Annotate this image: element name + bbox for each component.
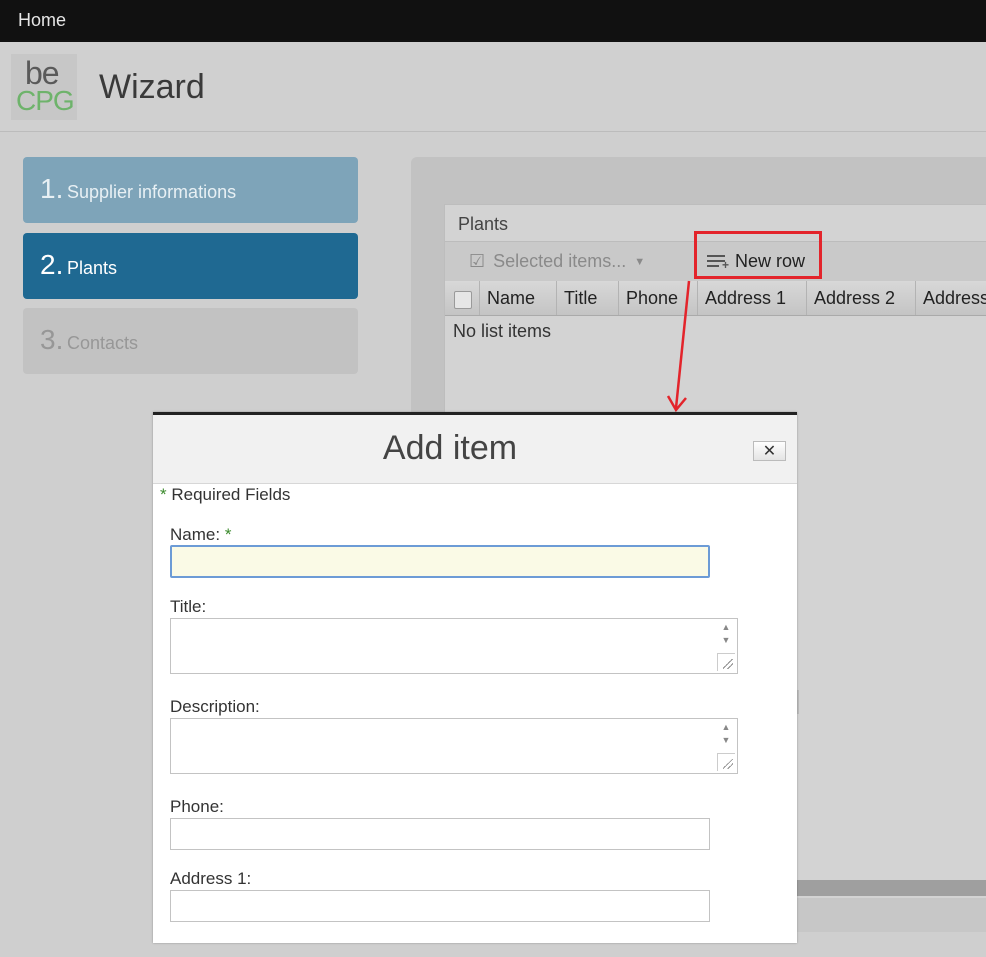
phone-input[interactable]: [170, 818, 710, 850]
address-1-input[interactable]: [170, 890, 710, 922]
dialog-header: Add item ✕: [153, 415, 797, 484]
title-textarea[interactable]: ▲ ▼: [170, 618, 738, 674]
spinner-arrows-icon: ▲ ▼: [721, 622, 731, 645]
description-label: Description:: [170, 697, 260, 716]
close-button[interactable]: ✕: [753, 441, 786, 461]
spinner-arrows-icon: ▲ ▼: [721, 722, 731, 745]
name-label-text: Name:: [170, 525, 221, 544]
name-input[interactable]: [170, 545, 710, 578]
required-star: *: [224, 525, 232, 544]
resize-grip-icon[interactable]: [717, 753, 735, 771]
address-1-label: Address 1:: [170, 869, 252, 888]
required-fields-label: Required Fields: [171, 485, 291, 504]
dialog-title: Add item: [382, 429, 518, 467]
name-label: Name: *: [170, 525, 231, 545]
title-label: Title:: [170, 597, 207, 616]
required-star: *: [160, 485, 167, 504]
add-item-dialog: Add item ✕ * Required Fields Name: * Tit…: [153, 412, 797, 943]
resize-grip-icon[interactable]: [717, 653, 735, 671]
phone-label: Phone:: [170, 797, 224, 816]
required-fields-note: * Required Fields: [160, 485, 290, 505]
description-textarea[interactable]: ▲ ▼: [170, 718, 738, 774]
